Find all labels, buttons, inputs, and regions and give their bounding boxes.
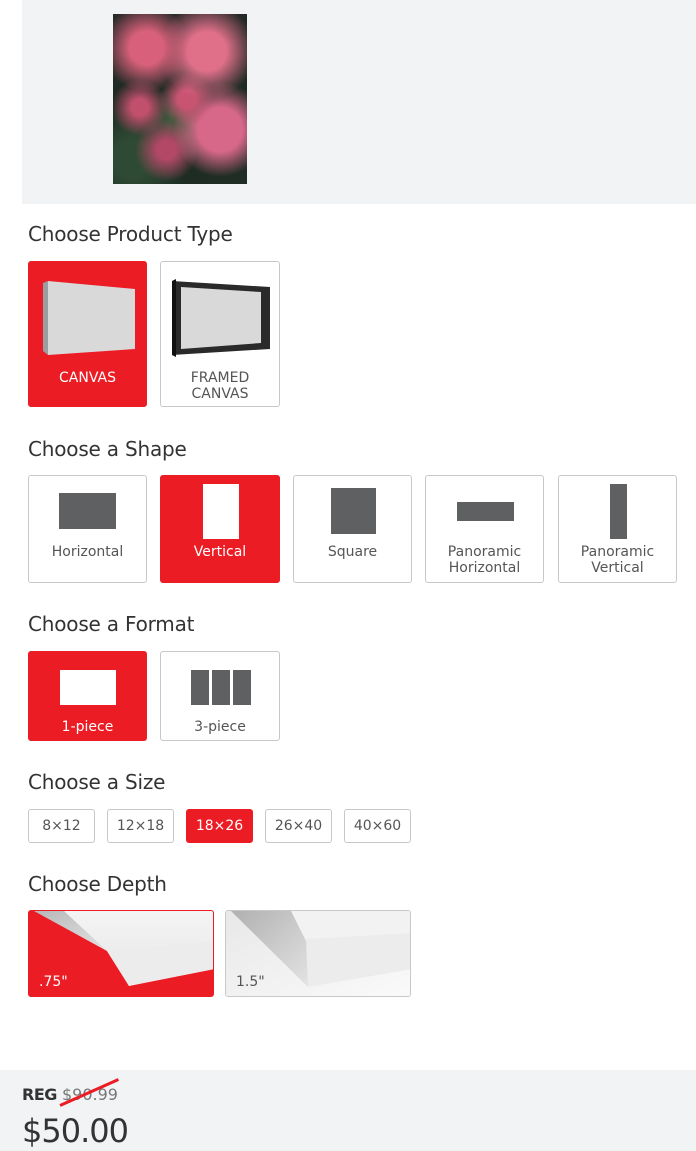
depth-title: Choose Depth bbox=[28, 872, 167, 896]
shape-label: Horizontal bbox=[448, 560, 521, 576]
size-title: Choose a Size bbox=[28, 770, 166, 794]
shape-label: Vertical bbox=[591, 560, 644, 576]
size-label: 8×12 bbox=[42, 818, 81, 834]
depth-label: .75" bbox=[39, 974, 68, 990]
size-label: 40×60 bbox=[353, 818, 402, 834]
product-type-label: CANVAS bbox=[59, 370, 116, 386]
shape-label: Panoramic bbox=[447, 544, 522, 560]
shape-panoramic-vertical[interactable]: Panoramic Vertical bbox=[558, 475, 677, 583]
artwork-preview-image bbox=[113, 14, 247, 184]
product-type-label: FRAMED bbox=[190, 370, 250, 386]
size-26x40[interactable]: 26×40 bbox=[265, 809, 332, 843]
framed-canvas-icon bbox=[172, 279, 270, 357]
panoramic-horizontal-icon bbox=[457, 502, 514, 521]
three-piece-icon bbox=[191, 670, 251, 705]
size-label: 12×18 bbox=[116, 818, 165, 834]
depth-15[interactable]: 1.5" bbox=[225, 910, 411, 997]
product-type-title: Choose Product Type bbox=[28, 222, 233, 246]
canvas-icon bbox=[43, 281, 135, 355]
sale-price: $50.00 bbox=[22, 1112, 129, 1150]
artwork-preview-panel bbox=[22, 0, 696, 204]
shape-label: Vertical bbox=[193, 544, 247, 560]
size-12x18[interactable]: 12×18 bbox=[107, 809, 174, 843]
format-label: 1-piece bbox=[61, 719, 114, 735]
shape-title: Choose a Shape bbox=[28, 437, 187, 461]
depth-label: 1.5" bbox=[236, 974, 265, 990]
horizontal-shape-icon bbox=[59, 493, 116, 529]
panoramic-vertical-icon bbox=[610, 484, 627, 539]
size-40x60[interactable]: 40×60 bbox=[344, 809, 411, 843]
product-type-label: CANVAS bbox=[191, 386, 249, 402]
square-shape-icon bbox=[331, 488, 376, 534]
product-type-framed-canvas[interactable]: FRAMED CANVAS bbox=[160, 261, 280, 407]
shape-panoramic-horizontal[interactable]: Panoramic Horizontal bbox=[425, 475, 544, 583]
vertical-shape-icon bbox=[203, 484, 239, 539]
size-18x26[interactable]: 18×26 bbox=[186, 809, 253, 843]
format-3-piece[interactable]: 3-piece bbox=[160, 651, 280, 741]
size-label: 26×40 bbox=[274, 818, 323, 834]
format-1-piece[interactable]: 1-piece bbox=[28, 651, 147, 741]
shape-label: Horizontal bbox=[51, 544, 124, 560]
format-label: 3-piece bbox=[194, 719, 246, 735]
depth-075[interactable]: .75" bbox=[28, 910, 214, 997]
shape-horizontal[interactable]: Horizontal bbox=[28, 475, 147, 583]
shape-label: Square bbox=[327, 544, 378, 560]
size-label: 18×26 bbox=[195, 818, 244, 834]
reg-label: REG bbox=[22, 1085, 57, 1104]
product-type-canvas[interactable]: CANVAS bbox=[28, 261, 147, 407]
format-title: Choose a Format bbox=[28, 612, 195, 636]
one-piece-icon bbox=[60, 670, 116, 705]
shape-square[interactable]: Square bbox=[293, 475, 412, 583]
shape-label: Panoramic bbox=[580, 544, 655, 560]
size-8x12[interactable]: 8×12 bbox=[28, 809, 95, 843]
shape-vertical[interactable]: Vertical bbox=[160, 475, 280, 583]
